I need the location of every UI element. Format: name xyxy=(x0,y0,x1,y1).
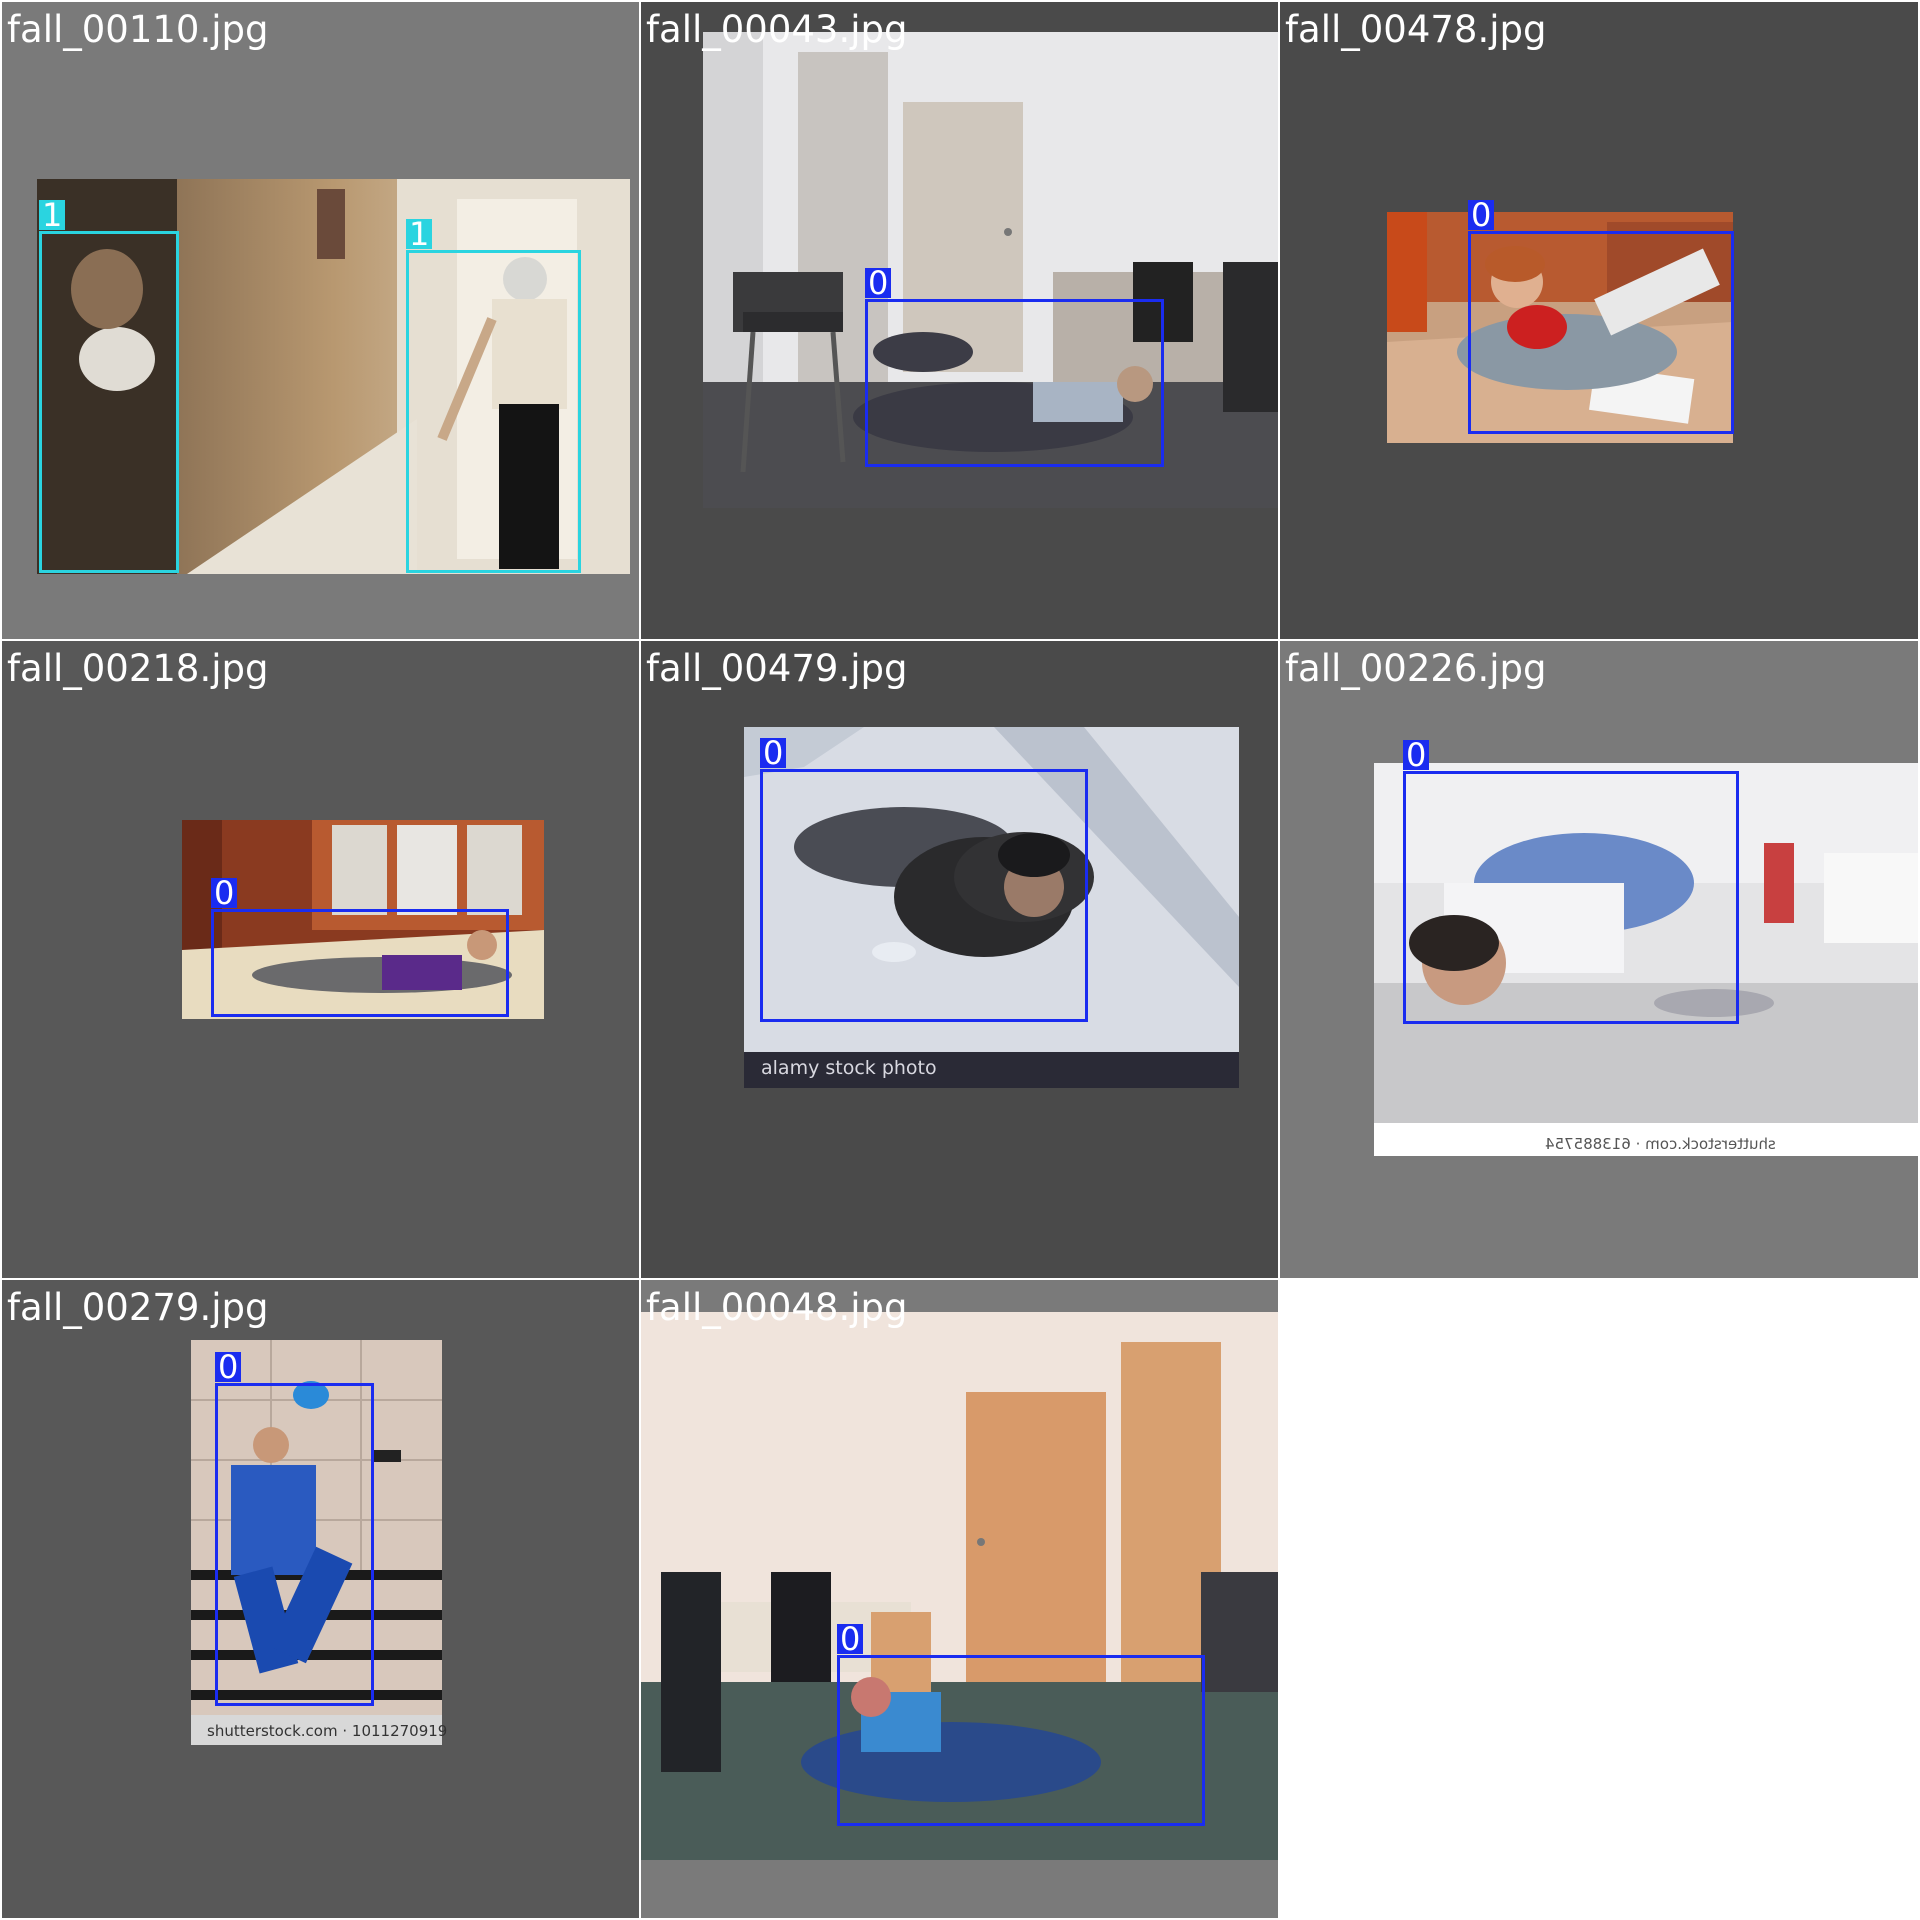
detection-label: 0 xyxy=(1403,739,1430,771)
tile-filename: fall_00110.jpg xyxy=(7,8,269,51)
detection-label: 0 xyxy=(1468,199,1495,231)
tile-filename: fall_00043.jpg xyxy=(646,8,908,51)
tile-filename: fall_00478.jpg xyxy=(1285,8,1547,51)
detection-label: 0 xyxy=(215,1351,242,1383)
mosaic-tile: fall_00110.jpg 1 1 xyxy=(2,2,639,639)
detection-box xyxy=(1403,771,1739,1024)
detection-box xyxy=(211,909,509,1017)
mosaic-tile: fall_00218.jpg 0 xyxy=(2,641,639,1278)
detection-label: 0 xyxy=(760,737,787,769)
detection-box xyxy=(215,1383,374,1706)
detection-label: 0 xyxy=(211,877,238,909)
tile-filename: fall_00048.jpg xyxy=(646,1286,908,1329)
detection-label: 1 xyxy=(39,199,66,231)
tile-filename: fall_00226.jpg xyxy=(1285,647,1547,690)
detection-box xyxy=(406,250,581,573)
detection-box xyxy=(39,231,179,573)
watermark-text: shutterstock.com · 1011270919 xyxy=(207,1722,448,1740)
tile-filename: fall_00479.jpg xyxy=(646,647,908,690)
detection-label: 0 xyxy=(865,267,892,299)
detection-box xyxy=(837,1655,1205,1826)
detection-box xyxy=(865,299,1164,467)
mosaic-tile: fall_00279.jpg shutterstock.com · 101127… xyxy=(2,1280,639,1918)
detection-label: 1 xyxy=(406,218,433,250)
watermark-text: shutterstock.com · 613885754 xyxy=(1545,1135,1776,1153)
mosaic-tile: fall_00043.jpg 0 xyxy=(641,2,1278,639)
watermark-text: alamy stock photo xyxy=(761,1057,937,1079)
mosaic-tile: fall_00478.jpg 0 xyxy=(1280,2,1918,639)
detection-box xyxy=(1468,231,1734,434)
detection-box xyxy=(760,769,1088,1022)
mosaic-tile: fall_00479.jpg alamy stock photo 0 xyxy=(641,641,1278,1278)
mosaic-tile: fall_00048.jpg 0 xyxy=(641,1280,1278,1918)
tile-filename: fall_00279.jpg xyxy=(7,1286,269,1329)
tile-filename: fall_00218.jpg xyxy=(7,647,269,690)
mosaic-tile: fall_00226.jpg shutterstock.com · 613885… xyxy=(1280,641,1918,1278)
detection-label: 0 xyxy=(837,1623,864,1655)
